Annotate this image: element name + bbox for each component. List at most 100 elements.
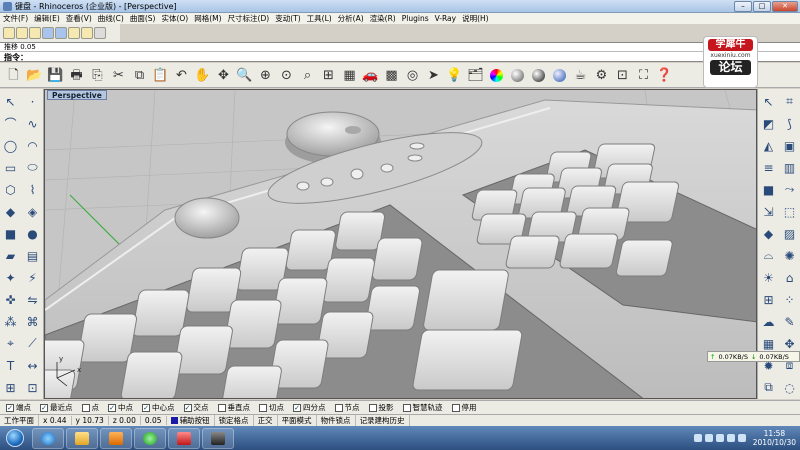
surface-edit-icon[interactable]: ◩ — [759, 114, 778, 133]
camera-icon[interactable]: ⌗ — [780, 92, 799, 111]
checkbox[interactable] — [368, 403, 377, 412]
menu-transform[interactable]: 变动(T) — [272, 13, 303, 24]
taskbar-browser[interactable] — [134, 427, 166, 449]
arc-icon[interactable]: ◠ — [23, 136, 42, 155]
mesh-tools-icon[interactable]: ▥ — [780, 158, 799, 177]
osnap-icon[interactable] — [3, 27, 15, 39]
checkbox[interactable] — [293, 403, 301, 412]
taskbar-app[interactable] — [168, 427, 200, 449]
loft-icon[interactable]: ◈ — [23, 202, 42, 221]
curve-from-object-icon[interactable]: ⌓ — [759, 246, 778, 265]
osnap-smart-track[interactable]: 智慧轨迹 — [402, 402, 443, 413]
point-icon[interactable]: ◎ — [403, 66, 422, 85]
viewport-title[interactable]: Perspective — [47, 90, 107, 100]
osnap-intersection[interactable]: 交点 — [183, 402, 209, 413]
cursor-icon[interactable]: ➤ — [424, 66, 443, 85]
layer-icon[interactable]: ▨ — [780, 224, 799, 243]
render-icon[interactable]: ☕ — [571, 66, 590, 85]
menu-curve[interactable]: 曲线(C) — [95, 13, 127, 24]
extrude-icon[interactable]: ▰ — [1, 246, 20, 265]
menu-render[interactable]: 渲染(R) — [367, 13, 399, 24]
menu-surface[interactable]: 曲面(S) — [127, 13, 159, 24]
text-object-icon[interactable]: ⌂ — [780, 268, 799, 287]
cube-icon[interactable] — [55, 27, 67, 39]
checkbox[interactable] — [40, 403, 48, 412]
polygon-icon[interactable]: ⬡ — [1, 180, 20, 199]
osnap-icon[interactable] — [16, 27, 28, 39]
point-icon[interactable]: · — [23, 92, 42, 111]
minimize-button[interactable]: – — [734, 1, 752, 12]
osnap-near[interactable]: 最近点 — [40, 402, 73, 413]
taskbar-rhino[interactable] — [202, 427, 234, 449]
trim-icon[interactable]: ⌖ — [1, 334, 20, 353]
cloud-icon[interactable]: ☁ — [759, 312, 778, 331]
taskbar-media[interactable] — [100, 427, 132, 449]
status-object-snap[interactable]: 物件锁点 — [317, 415, 356, 426]
light-icon[interactable]: ☀ — [759, 268, 778, 287]
properties-icon[interactable]: ≡ — [759, 158, 778, 177]
volume-icon[interactable] — [726, 434, 735, 442]
checkbox[interactable] — [81, 403, 90, 412]
checkbox[interactable] — [108, 403, 116, 412]
select-arrow-icon[interactable]: ↖ — [759, 92, 778, 111]
help-icon[interactable] — [94, 27, 106, 39]
perspective-viewport[interactable]: Perspective x y — [44, 89, 757, 399]
new-file-icon[interactable]: 🗋 — [4, 66, 23, 85]
mesh-icon[interactable]: ▤ — [23, 246, 42, 265]
cube-icon[interactable]: ■ — [759, 180, 778, 199]
hide-icon[interactable]: ◌ — [780, 378, 799, 397]
solid-tools-icon[interactable]: ◆ — [759, 224, 778, 243]
undo-icon[interactable]: ↶ — [172, 66, 191, 85]
network-icon[interactable] — [715, 434, 724, 442]
menu-edit[interactable]: 编辑(E) — [31, 13, 63, 24]
rendered-sphere-icon[interactable] — [529, 66, 548, 85]
osnap-mid[interactable]: 中点 — [108, 402, 133, 413]
zoom-extents-icon[interactable]: ⊙ — [277, 66, 296, 85]
taskbar-ie[interactable] — [32, 427, 64, 449]
render-sphere-icon[interactable] — [550, 66, 569, 85]
split-icon[interactable]: ⟋ — [23, 334, 42, 353]
transform-icon[interactable]: ⇲ — [759, 202, 778, 221]
rectangle-icon[interactable]: ▭ — [1, 158, 20, 177]
render-mesh-icon[interactable]: ▣ — [780, 136, 799, 155]
curve-edit-icon[interactable]: ⟆ — [780, 114, 799, 133]
dimension-icon[interactable]: ⊡ — [613, 66, 632, 85]
menu-file[interactable]: 文件(F) — [0, 13, 31, 24]
points-icon[interactable]: ⁘ — [780, 290, 799, 309]
status-record-history[interactable]: 记录建构历史 — [356, 415, 410, 426]
cplane-icon[interactable]: ▦ — [340, 66, 359, 85]
menu-plugins[interactable]: Plugins — [399, 14, 432, 23]
status-lock-grid[interactable]: 锁定格点 — [215, 415, 254, 426]
fillet-icon[interactable]: ✦ — [1, 268, 20, 287]
car-icon[interactable]: 🚗 — [361, 66, 380, 85]
select-arrow-icon[interactable]: ↖ — [1, 92, 20, 111]
close-button[interactable]: ✕ — [772, 1, 798, 12]
tray-icon[interactable] — [704, 434, 713, 442]
tag-icon[interactable] — [68, 27, 80, 39]
move-icon[interactable]: ✜ — [1, 290, 20, 309]
osnap-quadrant[interactable]: 四分点 — [293, 402, 326, 413]
boolean-icon[interactable]: ⚡ — [23, 268, 42, 287]
box-icon[interactable]: ■ — [1, 224, 20, 243]
checkbox[interactable] — [183, 403, 192, 412]
maximize-button[interactable]: □ — [753, 1, 771, 12]
zoom-box-icon[interactable]: ⛶ — [634, 66, 653, 85]
sphere-icon[interactable]: ● — [23, 224, 42, 243]
status-layer[interactable]: 辅助按钮 — [167, 415, 215, 426]
text-icon[interactable]: T — [1, 356, 20, 375]
grid-icon[interactable]: ▩ — [382, 66, 401, 85]
shaded-sphere-icon[interactable] — [508, 66, 527, 85]
analyze-icon[interactable]: ◭ — [759, 136, 778, 155]
checkbox[interactable] — [334, 403, 343, 412]
ellipse-icon[interactable]: ⬭ — [23, 158, 42, 177]
properties-icon[interactable]: ⎘ — [88, 66, 107, 85]
edit-icon[interactable]: ✎ — [780, 312, 799, 331]
checkbox[interactable] — [259, 403, 267, 412]
command-prompt[interactable]: 指令： — [0, 51, 800, 62]
polyline-icon[interactable]: ⌒ — [1, 114, 20, 133]
options-gear-icon[interactable]: ⚙ — [592, 66, 611, 85]
osnap-tangent[interactable]: 切点 — [259, 402, 284, 413]
checkbox[interactable] — [6, 403, 14, 412]
status-planar[interactable]: 平面模式 — [278, 415, 317, 426]
surface-icon[interactable]: ◆ — [1, 202, 20, 221]
